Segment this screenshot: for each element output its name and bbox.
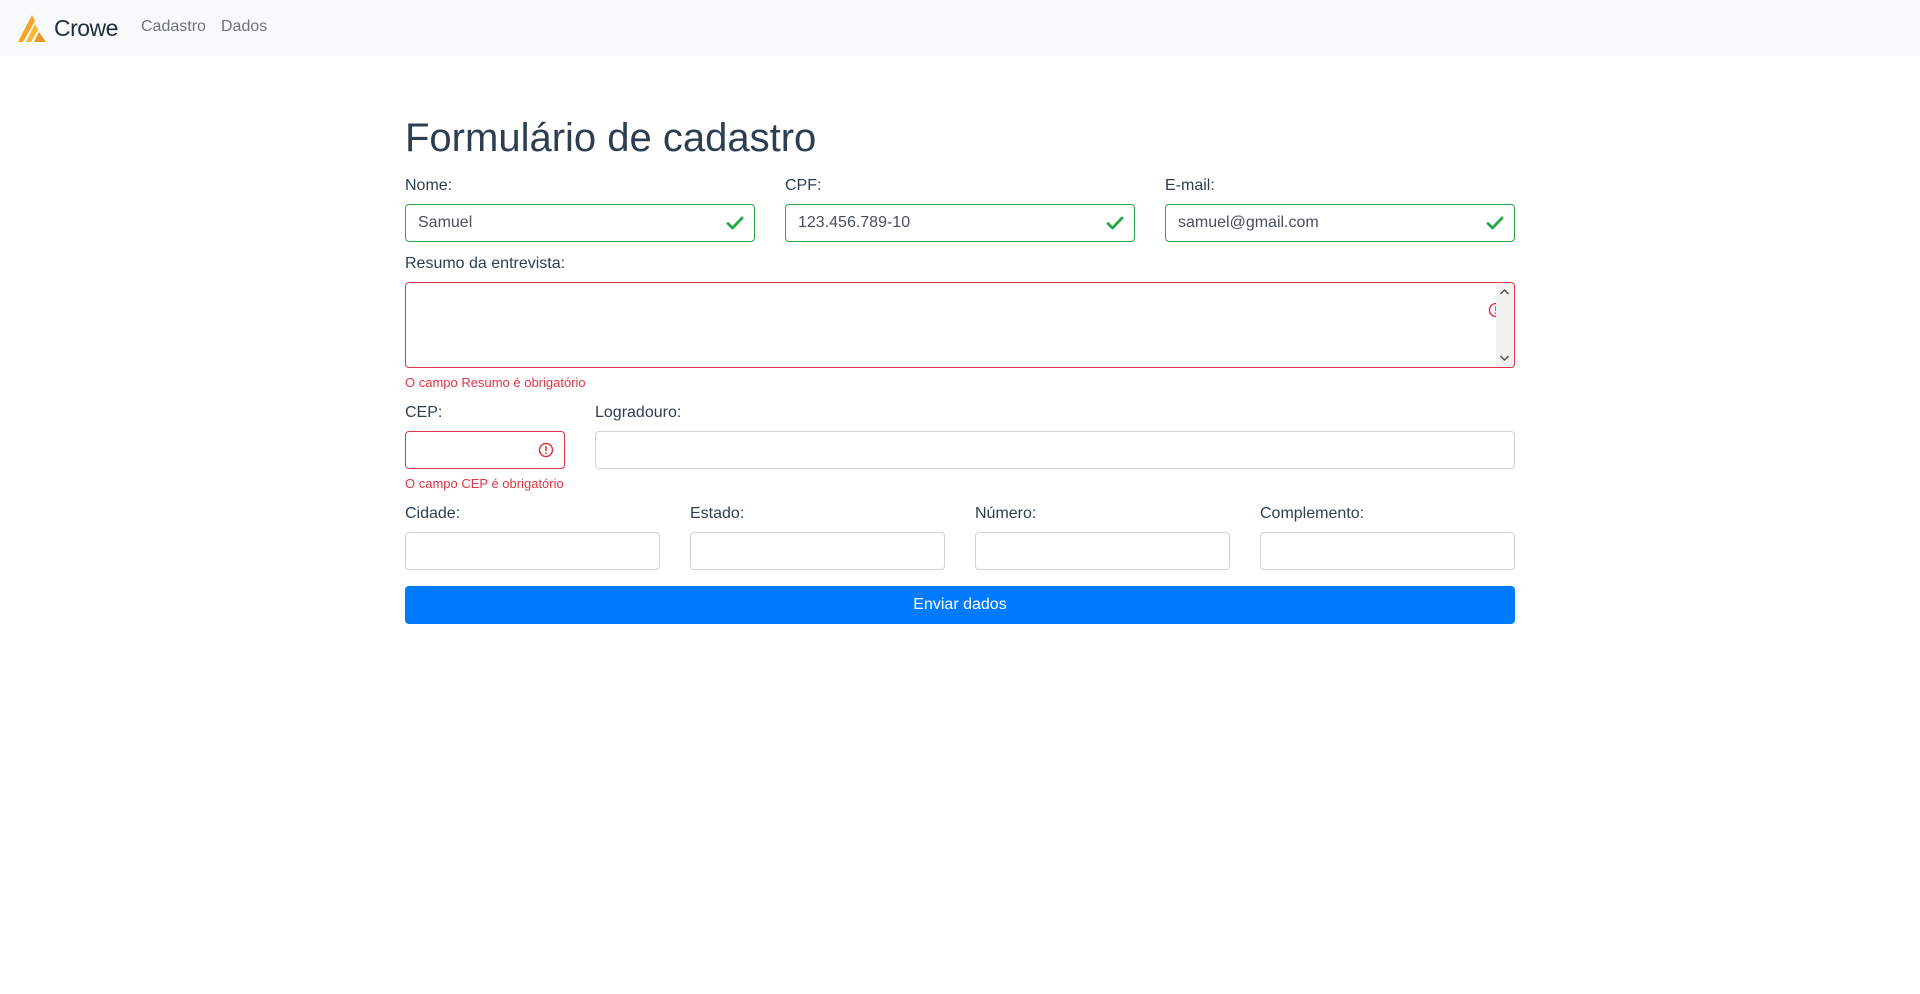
cep-error: O campo CEP é obrigatório <box>405 476 564 491</box>
nome-input[interactable]: Samuel <box>405 204 755 242</box>
resumo-error: O campo Resumo é obrigatório <box>405 375 586 390</box>
complemento-label: Complemento: <box>1260 505 1365 522</box>
nav-link-cadastro[interactable]: Cadastro <box>141 18 206 36</box>
form-container: Formulário de cadastro Nome: Samuel CPF:… <box>405 0 1515 994</box>
cpf-value: 123.456.789-10 <box>798 214 911 231</box>
nav-link-dados[interactable]: Dados <box>221 18 267 36</box>
cpf-input[interactable]: 123.456.789-10 <box>785 204 1135 242</box>
page-title: Formulário de cadastro <box>405 116 817 160</box>
estado-input[interactable] <box>690 532 945 570</box>
nome-value: Samuel <box>418 214 473 231</box>
email-label: E-mail: <box>1165 177 1215 194</box>
numero-input[interactable] <box>975 532 1230 570</box>
check-icon <box>726 216 744 230</box>
resumo-label: Resumo da entrevista: <box>405 255 566 272</box>
brand-name: Crowe <box>54 14 118 41</box>
cidade-label: Cidade: <box>405 505 461 522</box>
brand-link[interactable]: Crowe <box>16 12 118 44</box>
cep-label: CEP: <box>405 404 443 421</box>
nome-label: Nome: <box>405 177 453 194</box>
check-icon <box>1486 216 1504 230</box>
logradouro-input[interactable] <box>595 431 1515 469</box>
email-input[interactable]: samuel@gmail.com <box>1165 204 1515 242</box>
scroll-up-arrow-icon[interactable] <box>1499 288 1510 296</box>
logradouro-label: Logradouro: <box>595 404 682 421</box>
estado-label: Estado: <box>690 505 745 522</box>
resumo-textarea[interactable] <box>405 282 1515 368</box>
cep-input[interactable] <box>405 431 565 469</box>
textarea-scrollbar[interactable] <box>1496 284 1513 366</box>
exclamation-circle-icon <box>538 442 554 458</box>
scroll-down-arrow-icon[interactable] <box>1499 354 1510 362</box>
cpf-label: CPF: <box>785 177 822 194</box>
complemento-input[interactable] <box>1260 532 1515 570</box>
submit-button[interactable]: Enviar dados <box>405 586 1515 624</box>
crowe-logo-icon <box>18 15 46 42</box>
cidade-input[interactable] <box>405 532 660 570</box>
numero-label: Número: <box>975 505 1037 522</box>
email-value: samuel@gmail.com <box>1178 214 1319 231</box>
check-icon <box>1106 216 1124 230</box>
